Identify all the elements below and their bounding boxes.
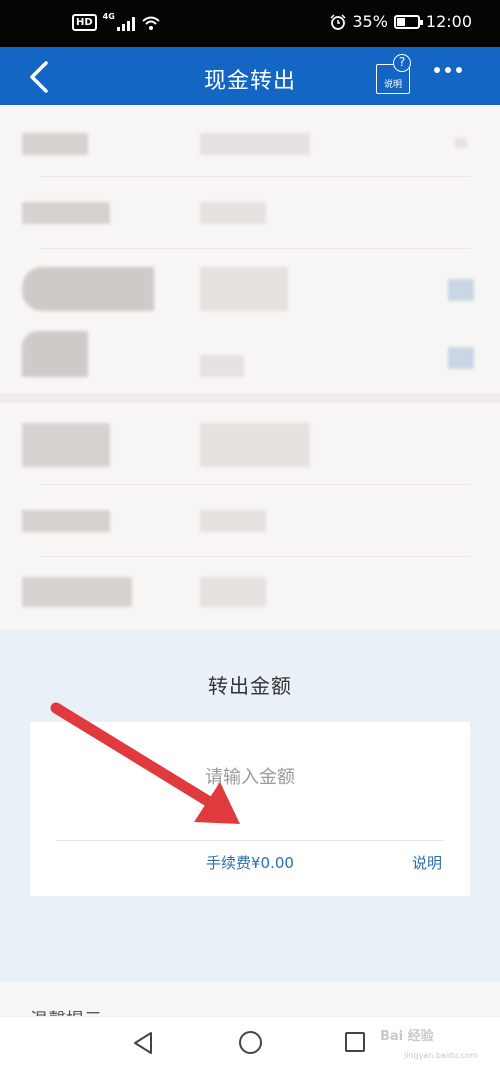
account-info-list — [0, 105, 500, 630]
home-circle-icon[interactable] — [239, 1031, 262, 1054]
redacted-label — [22, 331, 88, 377]
redacted-icon — [455, 138, 467, 148]
fee-text: 手续费¥0.00 — [206, 854, 294, 872]
redacted-icon — [448, 347, 474, 369]
fee-explain-link[interactable]: 说明 — [412, 852, 442, 873]
status-right: 35% 12:00 — [330, 12, 472, 31]
wifi-icon — [142, 16, 160, 30]
alarm-icon — [330, 13, 346, 30]
signal-icon — [116, 15, 135, 31]
dot-icon — [434, 67, 440, 73]
battery-percent: 35% — [352, 12, 388, 31]
nav-bar: 现金转出 说明 ? — [0, 47, 500, 105]
question-icon: ? — [393, 54, 411, 72]
dot-icon — [456, 67, 462, 73]
info-row — [0, 105, 500, 177]
info-row — [0, 485, 500, 557]
redacted-value — [200, 510, 266, 532]
dot-icon — [445, 67, 451, 73]
page-title: 现金转出 — [203, 69, 296, 94]
redacted-label — [22, 510, 110, 532]
transfer-amount-section: 转出金额 手续费¥0.00 说明 — [0, 630, 500, 982]
triangle-back-icon[interactable] — [132, 1031, 154, 1055]
help-button[interactable]: 说明 ? — [376, 54, 412, 94]
network-type: 4G — [102, 12, 115, 21]
redacted-icon — [448, 279, 474, 301]
info-row — [0, 557, 500, 629]
baidu-watermark: Bai 经验 — [380, 1029, 434, 1044]
redacted-value — [200, 423, 310, 467]
amount-title: 转出金额 — [208, 674, 292, 698]
help-label: 说明 — [383, 80, 402, 90]
redacted-label — [22, 133, 88, 155]
tip-area: 温馨提示 — [0, 982, 500, 1016]
section-gap — [0, 393, 500, 403]
more-button[interactable] — [434, 67, 462, 73]
amount-card: 手续费¥0.00 说明 — [30, 722, 470, 896]
status-bar: HD 4G 35% 12:00 — [0, 0, 500, 47]
card-divider — [56, 840, 444, 841]
amount-input[interactable] — [90, 762, 410, 792]
redacted-label — [22, 577, 132, 607]
redacted-label — [22, 267, 154, 311]
status-left: HD 4G — [72, 12, 161, 31]
tip-title: 温馨提示 — [30, 1006, 102, 1016]
redacted-label — [22, 423, 110, 467]
redacted-value — [200, 267, 288, 311]
info-row — [0, 249, 500, 321]
redacted-label — [22, 202, 110, 224]
hd-badge: HD — [72, 14, 97, 31]
baidu-watermark-url: jingyan.baidu.com — [404, 1051, 478, 1060]
redacted-value — [200, 202, 266, 224]
clock: 12:00 — [425, 12, 472, 31]
info-row — [0, 177, 500, 249]
redacted-value — [200, 577, 266, 607]
recent-apps-icon[interactable] — [345, 1032, 365, 1052]
info-row — [0, 321, 500, 393]
battery-icon — [393, 14, 423, 29]
redacted-value — [200, 355, 244, 377]
system-nav-bar: Bai 经验 jingyan.baidu.com — [0, 1016, 500, 1069]
redacted-value — [200, 133, 310, 155]
info-row — [0, 413, 500, 485]
